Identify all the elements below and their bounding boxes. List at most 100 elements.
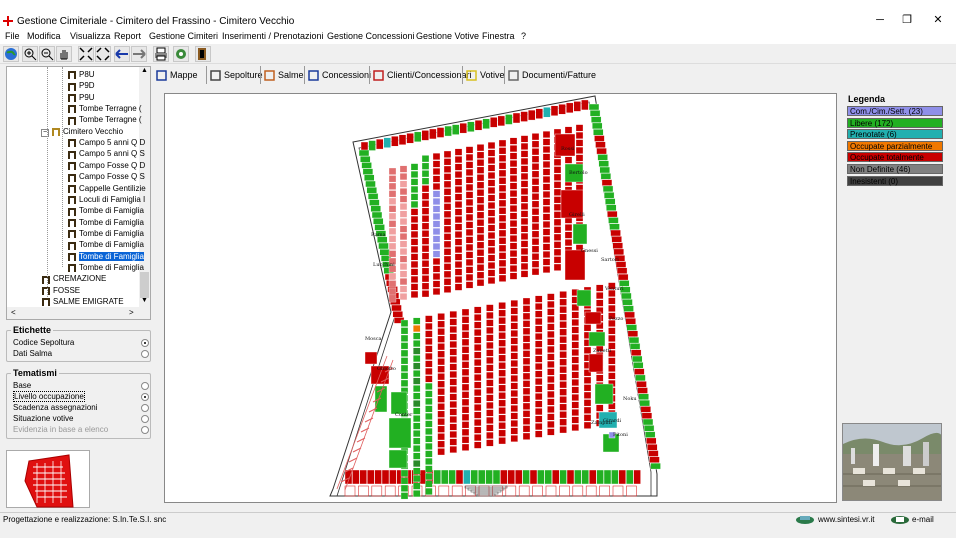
tree-item-label: Campo Fosse Q S bbox=[79, 172, 145, 182]
burial-plot bbox=[553, 203, 562, 211]
burial-plot bbox=[542, 176, 551, 183]
tree-horizontal-scrollbar[interactable]: < > bbox=[7, 307, 150, 319]
burial-plot bbox=[474, 359, 482, 367]
map-overview-thumbnail[interactable] bbox=[6, 450, 90, 508]
tree-item[interactable]: Tombe di Famiglia bbox=[67, 217, 144, 228]
grave-plot-icon bbox=[42, 287, 50, 296]
tree-item[interactable]: P8U bbox=[67, 69, 95, 80]
tree-item[interactable]: CREMAZIONE bbox=[41, 273, 106, 284]
radio-button[interactable] bbox=[141, 393, 149, 401]
tree-item[interactable]: P9U bbox=[67, 92, 95, 103]
pan-icon[interactable] bbox=[56, 46, 72, 62]
tree-item[interactable]: Tombe di Famiglia bbox=[67, 239, 144, 250]
radio-livello-occupazione[interactable]: Livello occupazione bbox=[13, 391, 149, 403]
zoom-window-icon[interactable] bbox=[95, 46, 111, 62]
tab-mappe[interactable]: Mappe bbox=[156, 66, 198, 84]
tree-item[interactable]: Campo Fosse Q S bbox=[67, 171, 145, 182]
tree-item[interactable]: Tombe di Famiglia bbox=[67, 228, 144, 239]
radio-button[interactable] bbox=[141, 382, 149, 390]
family-tomb bbox=[584, 311, 602, 325]
map-label: Bertolo bbox=[569, 170, 588, 176]
radio-codice-sepoltura[interactable]: Codice Sepoltura bbox=[13, 338, 149, 349]
tree-item[interactable]: Tombe Terragne ( bbox=[67, 114, 142, 125]
burial-plot bbox=[449, 423, 457, 431]
menu-visualizza[interactable]: Visualizza bbox=[70, 31, 110, 41]
menu-gestione-concessioni[interactable]: Gestione Concessioni bbox=[327, 31, 415, 41]
tree-item[interactable]: Tombe di Famiglia bbox=[67, 251, 144, 262]
minimize-button[interactable]: ─ bbox=[868, 12, 892, 28]
tree-item[interactable]: Tombe di Famiglia bbox=[67, 205, 144, 216]
grave-plot-icon bbox=[68, 105, 76, 114]
radio-label: Evidenzia in base a elenco bbox=[13, 425, 109, 434]
menu-gestione-votive[interactable]: Gestione Votive bbox=[416, 31, 479, 41]
perimeter-plot bbox=[490, 117, 498, 128]
cemetery-tree[interactable]: ▲ ▼ < > P8U P9D P9U Tombe Terragne (Tombe T… bbox=[6, 66, 151, 320]
cemetery-map[interactable]: Rossi Bertolo Girelli Sartori Venturi Pezzo Za… bbox=[164, 93, 837, 503]
tree-item[interactable]: Campo 5 anni Q D bbox=[67, 137, 145, 148]
radio-button[interactable] bbox=[141, 339, 149, 347]
website-link[interactable]: www.sintesi.vr.it bbox=[818, 515, 874, 524]
burial-plot bbox=[465, 168, 474, 176]
menu-modifica[interactable]: Modifica bbox=[27, 31, 61, 41]
zoom-in-icon[interactable] bbox=[22, 46, 38, 62]
burial-plot bbox=[522, 387, 531, 395]
tree-item[interactable]: Tombe di Famiglia bbox=[67, 262, 144, 273]
burial-plot bbox=[535, 355, 543, 363]
globe-icon[interactable] bbox=[3, 46, 19, 62]
perimeter-plot bbox=[421, 130, 429, 141]
menu-finestra[interactable]: Finestra bbox=[482, 31, 515, 41]
tree-item-label: P8U bbox=[79, 70, 95, 79]
tab-votive[interactable]: Votive bbox=[462, 66, 505, 84]
burial-plot bbox=[596, 404, 604, 412]
print-icon[interactable] bbox=[153, 46, 169, 62]
menu-gestione-cimiteri[interactable]: Gestione Cimiteri bbox=[149, 31, 218, 41]
perimeter-plot bbox=[441, 469, 449, 485]
tree-item[interactable]: − Cimitero Vecchio bbox=[41, 126, 123, 137]
burial-plot bbox=[510, 375, 518, 382]
tree-item[interactable]: SALME EMIGRATE bbox=[41, 296, 124, 307]
menu-inserimenti[interactable]: Inserimenti / Prenotazioni bbox=[222, 31, 324, 41]
burial-plot bbox=[421, 245, 430, 253]
tree-item[interactable]: Campo 5 anni Q S bbox=[67, 148, 145, 159]
burial-plot bbox=[465, 191, 474, 199]
zoom-extent-icon[interactable] bbox=[78, 46, 94, 62]
tab-documenti-fatture[interactable]: Documenti/Fatture bbox=[504, 66, 596, 84]
burial-plot bbox=[474, 344, 482, 352]
map-canvas[interactable]: Rossi Bertolo Girelli Sartori Venturi Pezzo Za… bbox=[165, 94, 838, 504]
tree-item[interactable]: Cappelle Gentilizie bbox=[67, 183, 146, 194]
settings-icon[interactable] bbox=[173, 46, 189, 62]
tab-salme[interactable]: Salme bbox=[260, 66, 304, 84]
burial-plot bbox=[542, 258, 551, 266]
tree-item[interactable]: Campo Fosse Q D bbox=[67, 160, 145, 171]
tree-item[interactable]: Loculi di Famiglia I bbox=[67, 194, 145, 205]
burial-plot bbox=[399, 248, 408, 256]
burial-plot bbox=[413, 422, 421, 430]
burial-plot bbox=[520, 232, 529, 240]
tree-item-label: FOSSE bbox=[53, 285, 81, 295]
menu-file[interactable]: File bbox=[5, 31, 20, 41]
radio-button[interactable] bbox=[141, 404, 149, 412]
restore-button[interactable]: ❐ bbox=[895, 12, 919, 28]
zoom-out-icon[interactable] bbox=[39, 46, 55, 62]
menu-help[interactable]: ? bbox=[521, 31, 526, 41]
tree-item[interactable]: P9D bbox=[67, 80, 95, 91]
burial-plot bbox=[608, 357, 616, 365]
tree-item[interactable]: Tombe Terragne ( bbox=[67, 103, 142, 114]
radio-situazione-votive[interactable]: Situazione votive bbox=[13, 414, 149, 425]
radio-scadenza-assegnazioni[interactable]: Scadenza assegnazioni bbox=[13, 403, 149, 414]
menu-report[interactable]: Report bbox=[114, 31, 141, 41]
radio-button[interactable] bbox=[141, 415, 149, 423]
email-link[interactable]: e-mail bbox=[912, 515, 934, 524]
perimeter-plot bbox=[595, 141, 606, 148]
radio-button[interactable] bbox=[141, 350, 149, 358]
burial-plot bbox=[486, 356, 494, 364]
tab-concessioni[interactable]: Concessioni bbox=[304, 66, 371, 84]
close-button[interactable]: ✕ bbox=[926, 12, 950, 28]
arrow-left-icon[interactable] bbox=[114, 46, 130, 62]
exit-icon[interactable] bbox=[195, 46, 211, 62]
tab-clienti-concessionari[interactable]: Clienti/Concessionari bbox=[369, 66, 472, 84]
burial-plot bbox=[535, 415, 543, 423]
arrow-right-icon[interactable] bbox=[131, 46, 147, 62]
radio-dati-salma[interactable]: Dati Salma bbox=[13, 349, 149, 360]
tab-sepolture[interactable]: Sepolture bbox=[206, 66, 263, 84]
